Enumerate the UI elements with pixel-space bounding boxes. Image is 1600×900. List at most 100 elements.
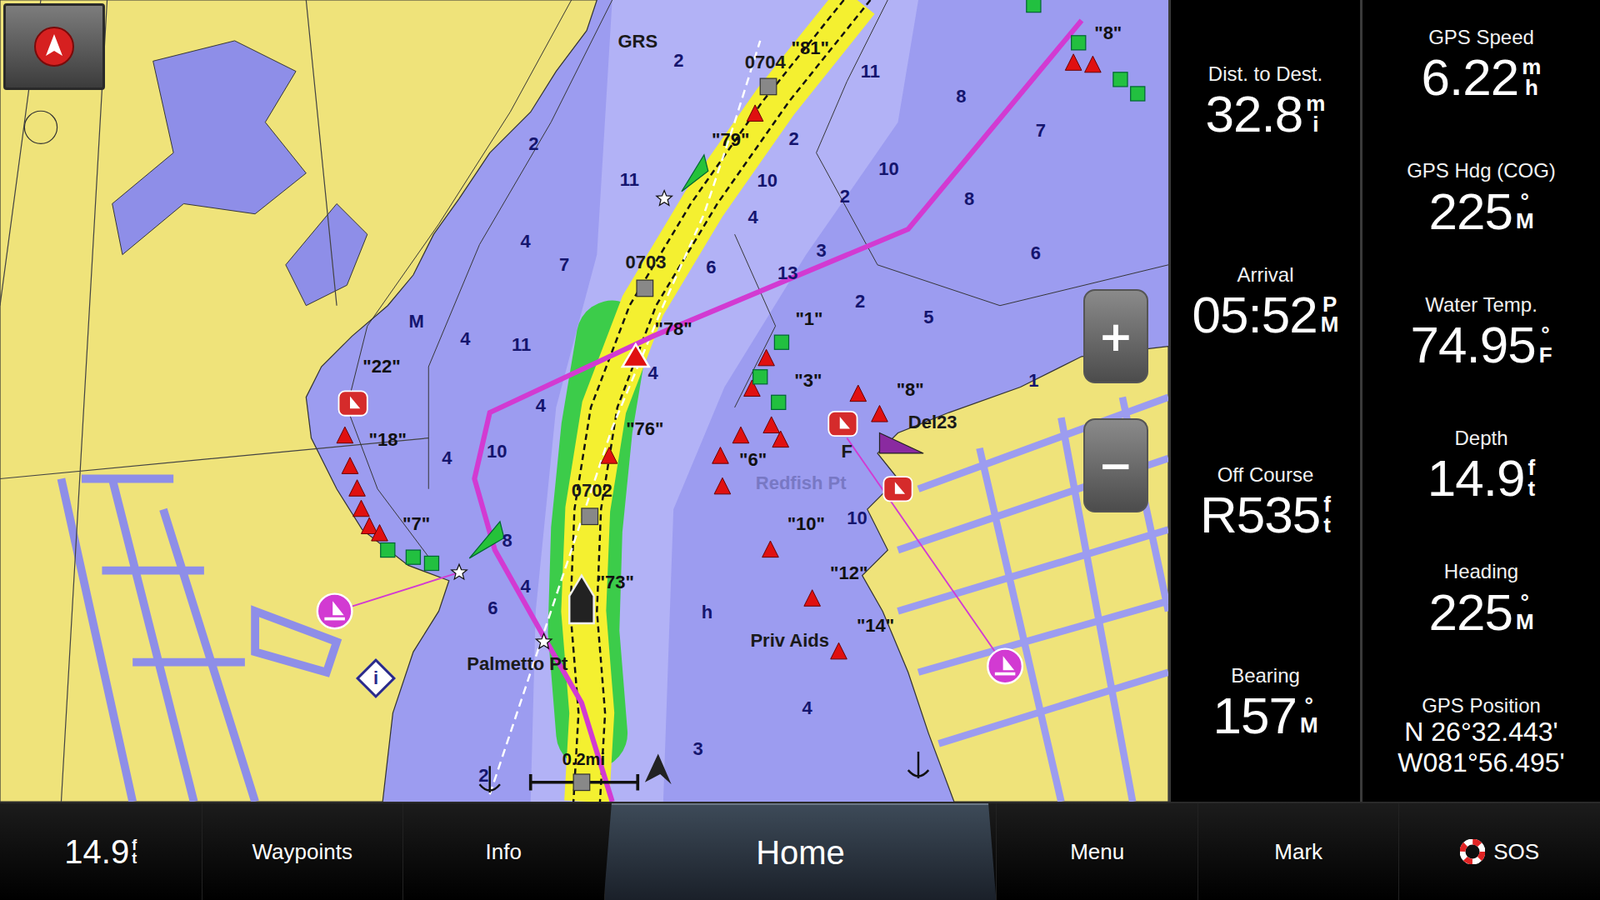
main-area: 2118722111021084647631325411144410846104… <box>0 0 1600 802</box>
bottom-bar-button[interactable]: Home <box>604 803 997 900</box>
depth-sounding: 8 <box>964 190 975 209</box>
depth-sounding: 6 <box>705 258 716 277</box>
navaid-label: "8" <box>1094 24 1122 43</box>
bottom-bar-button[interactable]: Mark <box>1197 803 1400 900</box>
zoom-out-button[interactable]: − <box>1083 418 1149 513</box>
place-name: GRS <box>617 32 658 51</box>
field-label: Depth <box>1454 427 1508 450</box>
chart-map[interactable]: 2118722111021084647631325411144410846104… <box>0 0 1169 802</box>
navaid-label: "22" <box>362 357 400 376</box>
field-label: Off Course <box>1217 464 1315 486</box>
navaid-label: "79" <box>711 130 750 150</box>
field-value: 05:52PM <box>1192 287 1340 342</box>
latitude: N 26°32.443' <box>1404 716 1558 748</box>
depth-sounding: 1 <box>1028 371 1039 390</box>
depth-sounding: 10 <box>878 160 899 179</box>
navaid-label: "18" <box>369 430 407 450</box>
scale-label: 0.2mi <box>562 750 605 768</box>
navaid-label: "12" <box>830 564 868 583</box>
depth-sounding: 4 <box>648 364 659 383</box>
data-field[interactable]: Off CourseR535ft <box>1170 400 1360 602</box>
depth-readout: 14.9ft <box>0 803 202 900</box>
data-field[interactable]: GPS Speed6.22mh <box>1362 0 1600 134</box>
zoom-in-button[interactable]: + <box>1083 289 1149 384</box>
field-label: Dist. to Dest. <box>1208 63 1323 85</box>
field-value: 6.22mh <box>1421 50 1542 105</box>
place-name: Redfish Pt <box>755 474 847 493</box>
navaid-label: "10" <box>787 515 825 534</box>
depth-sounding: 4 <box>460 330 470 349</box>
bottom-bar-button[interactable]: Menu <box>995 803 1198 900</box>
longitude: W081°56.495' <box>1397 747 1565 779</box>
data-field[interactable]: Heading225°M <box>1362 534 1600 668</box>
bottom-bar-button[interactable]: SOS <box>1398 803 1600 900</box>
data-field[interactable]: Bearing157°M <box>1170 601 1360 803</box>
depth-sounding: 4 <box>801 699 812 718</box>
depth-sounding: 10 <box>757 171 778 190</box>
depth-sounding: 7 <box>559 255 570 275</box>
navaid-label: "81" <box>791 39 830 58</box>
depth-sounding: 2 <box>855 292 865 311</box>
bottom-bar: 14.9ftWaypointsInfoHomeMenuMarkSOS <box>0 801 1600 900</box>
chartplotter-screen: 2118722111021084647631325411144410846104… <box>0 0 1600 900</box>
data-field[interactable]: Water Temp.74.95°F <box>1362 267 1600 401</box>
field-value: 32.8mi <box>1205 86 1326 141</box>
field-value: R535ft <box>1200 487 1331 542</box>
field-value: 157°M <box>1212 688 1318 743</box>
place-name: Del23 <box>908 413 958 432</box>
depth-sounding: 3 <box>692 740 703 759</box>
depth-sounding: h <box>701 603 713 622</box>
orientation-button[interactable] <box>3 3 105 90</box>
depth-sounding: M <box>408 312 424 331</box>
depth-sounding: 4 <box>520 232 530 251</box>
place-name: Palmetto Pt <box>466 655 568 674</box>
field-label: Arrival <box>1236 264 1294 286</box>
depth-sounding: 7 <box>1035 121 1046 140</box>
depth-sounding: 11 <box>860 62 880 81</box>
depth-sounding: 2 <box>840 187 850 206</box>
depth-sounding: 6 <box>1030 244 1041 263</box>
bottom-bar-button[interactable]: Waypoints <box>201 803 404 900</box>
depth-sounding: 10 <box>486 442 507 461</box>
data-field[interactable]: Depth14.9ft <box>1362 400 1600 535</box>
data-column-left: Dist. to Dest.32.8miArrival05:52PMOff Co… <box>1168 0 1360 802</box>
depth-sounding: 4 <box>520 577 530 596</box>
depth-sounding: 4 <box>535 396 546 415</box>
place-name: Priv Aids <box>750 631 830 650</box>
lifebuoy-icon <box>1460 839 1485 865</box>
place-name: F <box>841 442 853 461</box>
data-field[interactable]: Arrival05:52PM <box>1170 200 1360 402</box>
place-name: 0702 <box>571 481 613 500</box>
field-value: 225°M <box>1428 585 1534 640</box>
depth-sounding: 6 <box>487 599 498 618</box>
field-value: 14.9ft <box>1427 450 1535 505</box>
depth-sounding: 13 <box>777 264 798 283</box>
navaid-label: "7" <box>402 515 430 534</box>
place-name: 0703 <box>625 253 667 272</box>
depth-sounding: 2 <box>528 135 539 154</box>
field-value: 74.95°F <box>1410 317 1552 372</box>
depth-sounding: 11 <box>511 335 531 355</box>
depth-sounding: 4 <box>441 449 452 468</box>
navaid-label: "1" <box>795 310 823 329</box>
depth-sounding: 2 <box>478 766 489 785</box>
data-field[interactable]: GPS Hdg (COG)225°M <box>1362 133 1600 267</box>
navaid-label: "14" <box>856 616 895 635</box>
depth-sounding: 5 <box>923 308 934 327</box>
field-label: GPS Hdg (COG) <box>1406 160 1556 182</box>
depth-sounding: 4 <box>748 208 759 227</box>
bottom-bar-button[interactable]: Info <box>402 803 605 900</box>
depth-sounding: 11 <box>620 170 640 190</box>
data-field[interactable]: Dist. to Dest.32.8mi <box>1170 0 1360 201</box>
info-marker-label: i <box>373 669 379 688</box>
data-column-right: GPS Speed6.22mhGPS Hdg (COG)225°MWater T… <box>1360 0 1600 802</box>
depth-sounding: 8 <box>955 87 966 106</box>
gps-position-field[interactable]: GPS PositionN 26°32.443'W081°56.495' <box>1362 668 1600 802</box>
depth-sounding: 8 <box>501 531 512 550</box>
navaid-label: "6" <box>739 450 767 470</box>
field-label: Bearing <box>1230 665 1300 687</box>
place-name: 0704 <box>745 53 786 72</box>
navaid-label: "73" <box>596 573 635 592</box>
depth-sounding: 2 <box>789 130 800 149</box>
field-label: GPS Speed <box>1428 26 1535 49</box>
